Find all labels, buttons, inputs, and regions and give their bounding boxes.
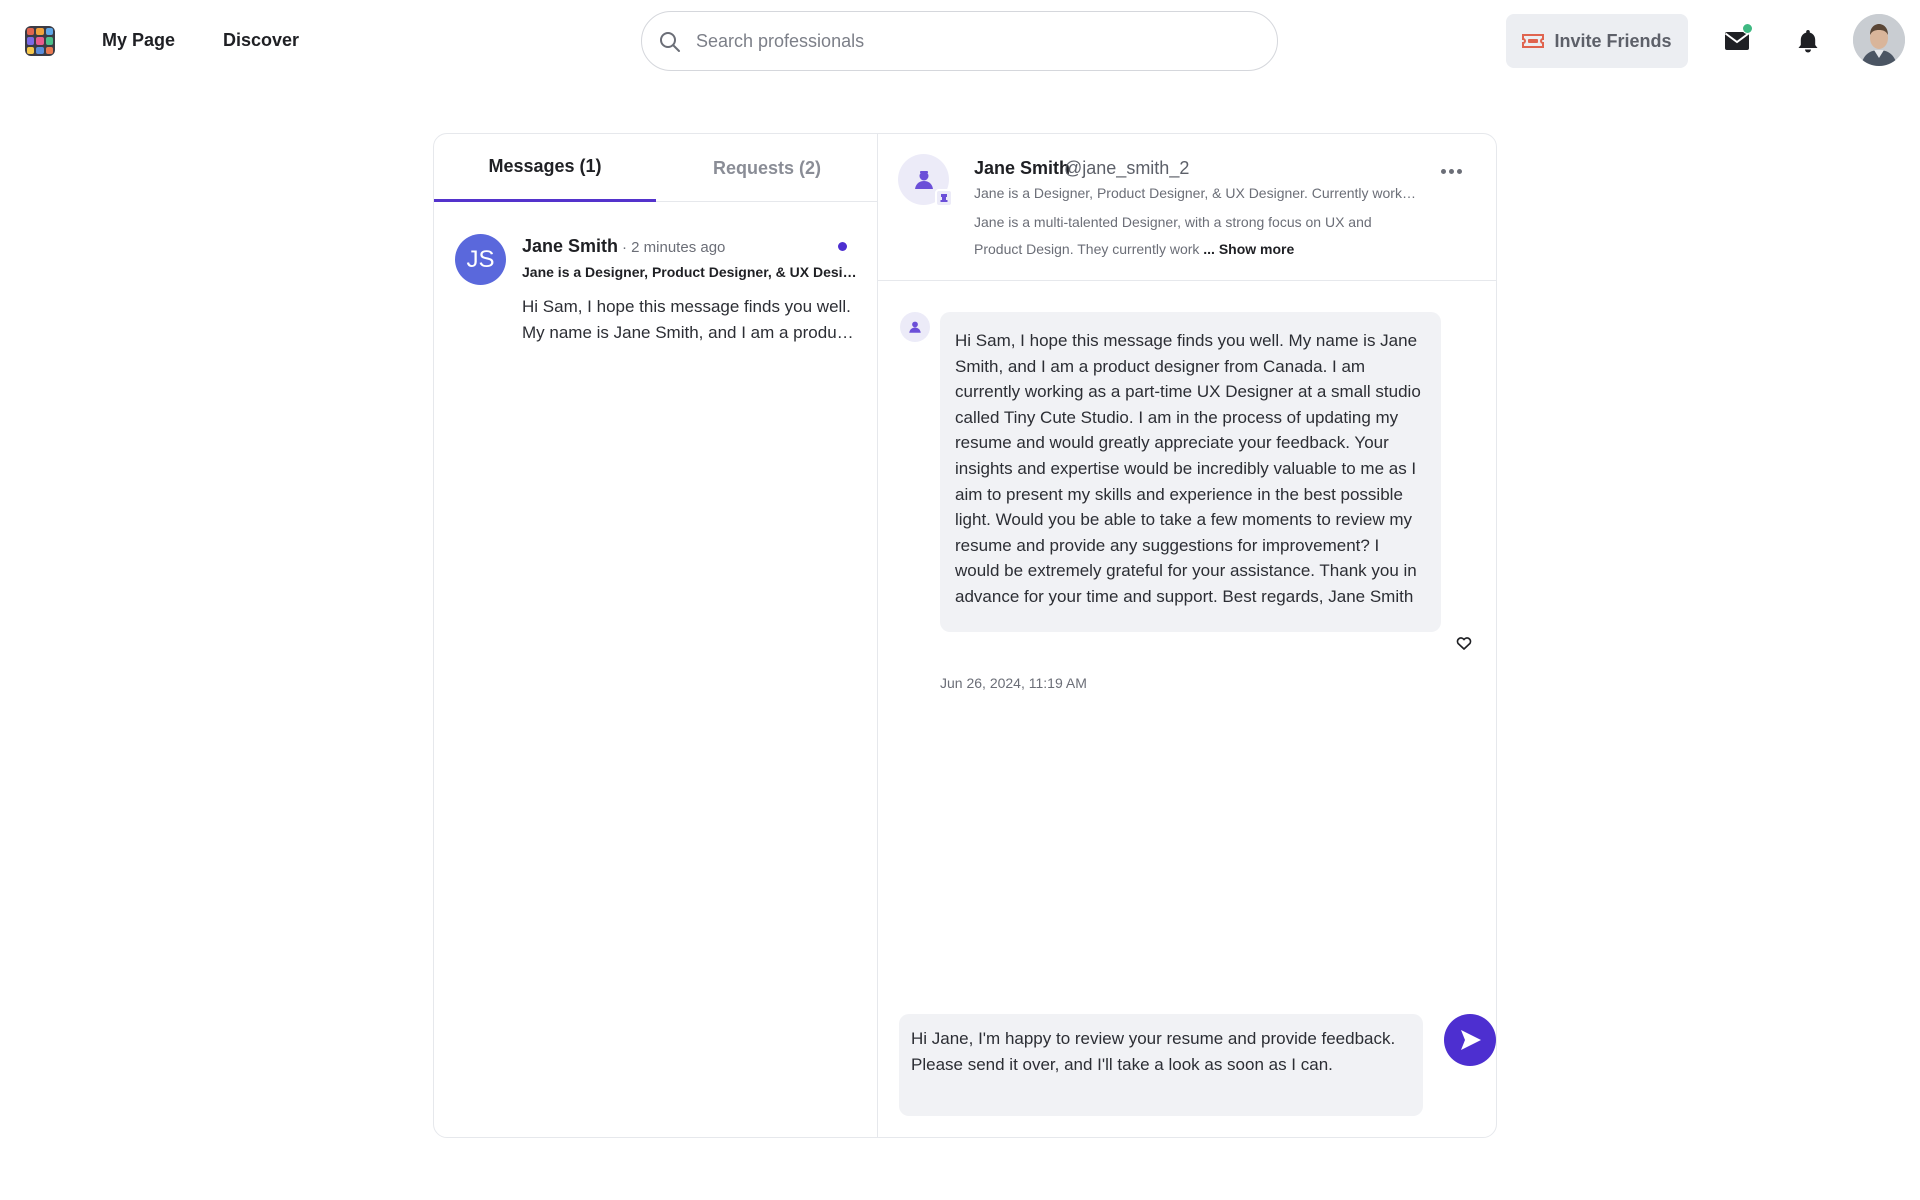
message-timestamp: Jun 26, 2024, 11:19 AM [940, 675, 1087, 691]
person-icon [909, 321, 921, 333]
search-input[interactable] [696, 24, 1256, 58]
message-composer[interactable]: Hi Jane, I'm happy to review your resume… [899, 1014, 1423, 1116]
show-more-link[interactable]: ... Show more [1203, 241, 1294, 257]
search-bar[interactable] [641, 11, 1278, 71]
more-options-button[interactable] [1438, 164, 1464, 178]
top-navigation: My Page Discover Invite Friends [0, 0, 1920, 84]
nav-my-page-link[interactable]: My Page [102, 30, 175, 51]
chat-header-name[interactable]: Jane Smith [974, 158, 1070, 179]
app-logo-icon[interactable] [25, 26, 55, 56]
tab-requests[interactable]: Requests (2) [656, 134, 878, 202]
conversation-preview: Hi Sam, I hope this message finds you we… [522, 297, 851, 342]
invite-friends-button[interactable]: Invite Friends [1506, 14, 1688, 68]
person-icon [914, 170, 933, 189]
search-icon [660, 32, 680, 52]
conversation-time: · 2 minutes ago [622, 239, 726, 256]
messaging-panel: Messages (1) Requests (2) JS Jane Smith … [433, 133, 1497, 1138]
conversation-list-pane: Messages (1) Requests (2) JS Jane Smith … [434, 134, 878, 1137]
bell-icon [1798, 30, 1818, 53]
message-sender-avatar [900, 312, 930, 342]
profile-avatar[interactable] [898, 154, 953, 207]
unread-indicator-dot [1742, 23, 1753, 34]
badge-icon [940, 194, 948, 202]
conversation-headline: Jane is a Designer, Product Designer, & … [522, 264, 862, 280]
chat-header-handle: @jane_smith_2 [1064, 158, 1190, 178]
chat-pane: Jane Smith @jane_smith_2 Jane is a Desig… [878, 134, 1496, 1137]
more-icon [1448, 168, 1454, 174]
message-tabs: Messages (1) Requests (2) [434, 134, 878, 202]
messages-button[interactable] [1722, 23, 1753, 56]
message-bubble: Hi Sam, I hope this message finds you we… [940, 312, 1441, 632]
chat-header: Jane Smith @jane_smith_2 Jane is a Desig… [878, 134, 1496, 281]
send-icon [1461, 1030, 1481, 1050]
more-icon [1440, 168, 1446, 174]
user-avatar[interactable] [1853, 14, 1905, 66]
ticket-icon [1522, 34, 1545, 48]
invite-friends-label: Invite Friends [1554, 30, 1672, 51]
chat-header-bio: Jane is a multi-talented Designer, with … [974, 209, 1414, 263]
more-icon [1456, 168, 1462, 174]
unread-dot [838, 242, 847, 251]
profile-badge [935, 189, 953, 207]
user-photo-icon [1853, 14, 1905, 66]
conversation-name: Jane Smith [522, 236, 619, 256]
send-button[interactable] [1444, 1014, 1496, 1066]
chat-header-headline: Jane is a Designer, Product Designer, & … [974, 185, 1419, 201]
conversation-avatar: JS [455, 234, 506, 285]
heart-icon[interactable] [1455, 634, 1473, 652]
bio-text: Jane is a multi-talented Designer, with … [974, 214, 1372, 257]
notifications-button[interactable] [1793, 26, 1823, 56]
tab-messages[interactable]: Messages (1) [434, 134, 656, 202]
conversation-item[interactable]: JS Jane Smith · 2 minutes ago Jane is a … [434, 202, 878, 354]
nav-discover-link[interactable]: Discover [223, 30, 299, 51]
